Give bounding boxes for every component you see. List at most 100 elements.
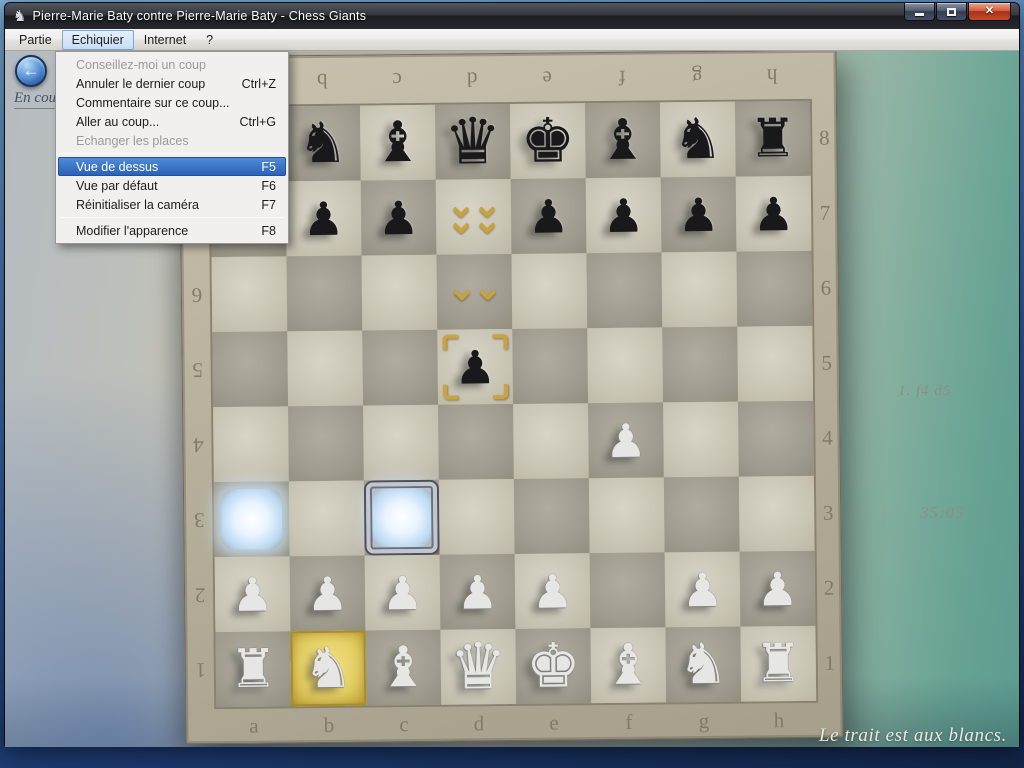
square-c1[interactable]: ♝ [365,630,441,706]
square-a2[interactable]: ♟ [215,556,291,632]
menu-item-reinitialiser-la-camera[interactable]: Réinitialiser la caméraF7 [58,195,286,214]
menu-item-annuler-le-dernier-coup[interactable]: Annuler le dernier coupCtrl+Z [58,74,286,93]
square-g6[interactable] [661,252,737,328]
square-a1[interactable]: ♜ [215,631,291,707]
square-f5[interactable] [587,327,663,403]
piece-white-king[interactable]: ♚ [526,635,581,697]
square-f2[interactable] [590,552,666,628]
square-h3[interactable] [739,476,815,552]
square-c2[interactable]: ♟ [365,555,441,631]
square-b2[interactable]: ♟ [290,556,366,632]
square-a4[interactable] [213,406,289,482]
piece-black-bishop[interactable]: ♝ [597,112,648,169]
menu-item-commentaire-sur-ce-coup[interactable]: Commentaire sur ce coup... [58,93,286,112]
piece-white-pawn[interactable]: ♟ [232,571,274,617]
square-d8[interactable]: ♛ [435,104,511,180]
square-f7[interactable]: ♟ [586,177,662,253]
piece-white-pawn[interactable]: ♟ [382,569,424,615]
square-c8[interactable]: ♝ [360,105,436,181]
piece-black-bishop[interactable]: ♝ [372,114,423,171]
piece-black-king[interactable]: ♚ [520,110,575,172]
square-d3[interactable] [439,479,515,555]
square-f6[interactable] [586,252,662,328]
piece-white-pawn[interactable]: ♟ [532,568,574,614]
square-b5[interactable] [287,331,363,407]
square-h7[interactable]: ♟ [736,176,812,252]
square-g1[interactable]: ♞ [665,627,741,703]
square-h4[interactable] [738,401,814,477]
square-f8[interactable]: ♝ [585,102,661,178]
piece-white-pawn[interactable]: ♟ [682,566,724,612]
square-d6[interactable] [437,254,513,330]
square-g2[interactable]: ♟ [665,552,741,628]
square-e4[interactable] [513,403,589,479]
square-g4[interactable] [663,402,739,478]
close-button[interactable]: ✕ [968,3,1011,21]
piece-white-rook[interactable]: ♜ [229,642,277,695]
square-d7[interactable] [436,179,512,255]
piece-black-pawn[interactable]: ♟ [528,193,570,239]
back-button[interactable]: ← [15,55,47,87]
square-b3[interactable] [289,481,365,557]
piece-white-pawn[interactable]: ♟ [757,566,799,612]
square-d4[interactable] [438,404,514,480]
square-c3[interactable] [364,480,440,556]
square-d2[interactable]: ♟ [440,554,516,630]
square-a6[interactable] [212,256,288,332]
piece-black-pawn[interactable]: ♟ [378,194,420,240]
piece-white-bishop[interactable]: ♝ [378,639,429,696]
square-h1[interactable]: ♜ [740,626,816,702]
piece-white-knight[interactable]: ♞ [303,640,354,697]
square-h5[interactable] [737,326,813,402]
menu-item-vue-par-defaut[interactable]: Vue par défautF6 [58,176,286,195]
square-h6[interactable] [736,251,812,327]
square-c6[interactable] [362,255,438,331]
piece-white-pawn[interactable]: ♟ [457,569,499,615]
menu-partie[interactable]: Partie [9,30,62,50]
square-f1[interactable]: ♝ [590,627,666,703]
square-c4[interactable] [363,405,439,481]
square-a3[interactable] [214,481,290,557]
square-g5[interactable] [662,327,738,403]
piece-black-rook[interactable]: ♜ [749,112,797,165]
piece-white-bishop[interactable]: ♝ [603,637,654,694]
piece-black-knight[interactable]: ♞ [297,115,348,172]
piece-black-queen[interactable]: ♛ [444,110,502,175]
piece-black-pawn[interactable]: ♟ [603,192,645,238]
square-e8[interactable]: ♚ [510,103,586,179]
square-b7[interactable]: ♟ [286,181,362,257]
square-b6[interactable] [287,256,363,332]
title-bar[interactable]: ♞ Pierre-Marie Baty contre Pierre-Marie … [5,3,1019,29]
square-e5[interactable] [512,328,588,404]
square-h2[interactable]: ♟ [740,551,816,627]
square-g7[interactable]: ♟ [661,177,737,253]
menu-item-aller-au-coup[interactable]: Aller au coup...Ctrl+G [58,112,286,131]
piece-black-knight[interactable]: ♞ [672,111,723,168]
square-g8[interactable]: ♞ [660,102,736,178]
piece-white-knight[interactable]: ♞ [678,636,729,693]
square-g3[interactable] [664,477,740,553]
piece-white-pawn[interactable]: ♟ [307,570,349,616]
menu-item-modifier-l-apparence[interactable]: Modifier l'apparenceF8 [58,221,286,240]
square-a5[interactable] [212,331,288,407]
piece-white-queen[interactable]: ♛ [449,635,507,700]
piece-white-pawn[interactable]: ♟ [605,417,647,463]
menu-item-vue-de-dessus[interactable]: Vue de dessusF5 [58,157,286,176]
square-d5[interactable]: ♟ [437,329,513,405]
square-f4[interactable]: ♟ [588,402,664,478]
square-c5[interactable] [362,330,438,406]
square-c7[interactable]: ♟ [361,180,437,256]
maximize-button[interactable] [936,3,967,21]
piece-black-pawn[interactable]: ♟ [678,191,720,237]
minimize-button[interactable] [904,3,935,21]
square-e3[interactable] [514,478,590,554]
square-h8[interactable]: ♜ [735,101,811,177]
piece-black-pawn[interactable]: ♟ [753,191,795,237]
square-e7[interactable]: ♟ [511,178,587,254]
square-e1[interactable]: ♚ [515,628,591,704]
piece-black-pawn[interactable]: ♟ [303,195,345,241]
menu-echiquier[interactable]: Echiquier [62,30,134,50]
menu-help[interactable]: ? [196,30,223,50]
menu-internet[interactable]: Internet [134,30,196,50]
square-e2[interactable]: ♟ [515,553,591,629]
